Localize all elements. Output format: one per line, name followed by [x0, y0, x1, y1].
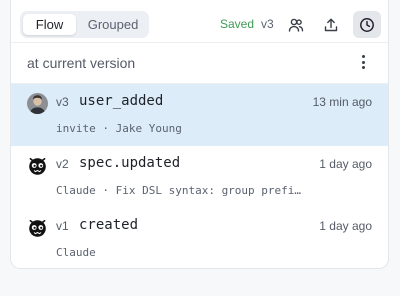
event-name: spec.updated: [79, 155, 181, 171]
version-label: v3: [56, 95, 69, 109]
event-time: 1 day ago: [319, 219, 372, 233]
view-toggle: Flow Grouped: [20, 11, 149, 38]
subheader-text: at current version: [27, 55, 136, 71]
list-item[interactable]: v1 created 1 day ago Claude: [11, 208, 388, 268]
avatar: [27, 93, 48, 114]
saved-status: Saved: [220, 17, 255, 31]
list-item[interactable]: v3 user_added 13 min ago invite · Jake Y…: [11, 84, 388, 146]
version-subheader: at current version: [11, 42, 388, 84]
event-name: user_added: [79, 93, 164, 109]
event-time: 13 min ago: [312, 95, 372, 109]
event-time: 1 day ago: [319, 157, 372, 171]
users-icon[interactable]: [282, 11, 310, 38]
event-name: created: [79, 217, 139, 233]
more-options-icon[interactable]: [357, 52, 369, 72]
tab-grouped[interactable]: Grouped: [80, 14, 146, 35]
toolbar: Flow Grouped Saved v3: [11, 0, 388, 43]
version-label: v1: [56, 219, 69, 233]
version-label: v2: [56, 157, 69, 171]
claude-bot-icon: [27, 217, 48, 238]
event-meta: Claude: [56, 246, 96, 259]
upload-icon[interactable]: [317, 11, 345, 38]
event-meta: Claude · Fix DSL syntax: group prefi…: [56, 184, 302, 197]
history-panel: Flow Grouped Saved v3 at current version: [10, 0, 389, 269]
event-meta: invite · Jake Young: [56, 122, 182, 135]
current-version: v3: [261, 17, 274, 31]
history-clock-icon[interactable]: [353, 11, 381, 38]
list-item[interactable]: v2 spec.updated 1 day ago Claude · Fix D…: [11, 146, 388, 208]
claude-bot-icon: [27, 155, 48, 176]
tab-flow[interactable]: Flow: [23, 14, 76, 35]
